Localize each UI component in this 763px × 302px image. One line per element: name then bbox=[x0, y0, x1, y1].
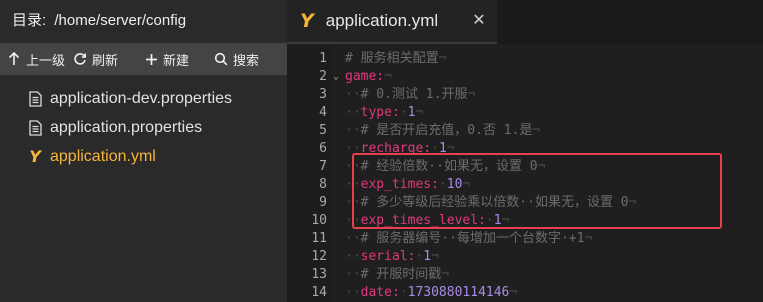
eol-marker: ¬ bbox=[441, 267, 450, 282]
space-marker: · bbox=[399, 285, 408, 300]
line-number: 3 bbox=[319, 87, 327, 102]
code-line: game:¬ bbox=[345, 68, 392, 86]
refresh-label: 刷新 bbox=[92, 53, 119, 69]
close-icon[interactable]: ✕ bbox=[471, 12, 487, 28]
highlight-box bbox=[352, 153, 722, 229]
code-line: ··# 是否开启充值，0.否 1.是¬ bbox=[345, 122, 540, 140]
line-number: 14 bbox=[311, 285, 327, 300]
editor-panel: Y application.yml ✕ 1 2 3 4 5 6 7 8 9 10 11 12 13 14 … bbox=[287, 0, 763, 302]
eol-marker: ¬ bbox=[438, 51, 447, 66]
yaml-comment: # 服务相关配置 bbox=[345, 51, 439, 66]
file-toolbar: 上一级 刷新 新建 搜索 bbox=[0, 43, 287, 75]
eol-marker: ¬ bbox=[431, 249, 439, 264]
code-line: ··# 服务器编号··每增加一个台数字·+1¬ bbox=[345, 230, 592, 248]
file-item[interactable]: application-dev.properties bbox=[0, 84, 287, 113]
refresh-button[interactable]: 刷新 bbox=[72, 43, 143, 75]
arrow-up-icon bbox=[6, 51, 22, 67]
file-item[interactable]: application.properties bbox=[0, 113, 287, 142]
code-line: # 服务相关配置¬ bbox=[345, 50, 446, 68]
file-browser-panel: 目录: /home/server/config 上一级 刷新 新建 搜索 app… bbox=[0, 0, 287, 302]
code-line: ··serial:·1¬ bbox=[345, 248, 439, 266]
file-name: application.yml bbox=[50, 147, 156, 165]
yaml-key: date: bbox=[360, 285, 400, 300]
yaml-key: serial: bbox=[360, 249, 416, 264]
document-icon bbox=[27, 119, 43, 137]
line-number: 9 bbox=[319, 195, 327, 210]
yaml-icon: Y bbox=[29, 147, 41, 166]
line-number: 11 bbox=[311, 231, 327, 246]
line-number: 10 bbox=[311, 213, 327, 228]
indent-marker: ·· bbox=[345, 267, 361, 282]
tab-title: application.yml bbox=[325, 11, 439, 30]
up-level-button[interactable]: 上一级 bbox=[0, 43, 72, 75]
search-icon bbox=[213, 51, 229, 67]
line-number: 8 bbox=[319, 177, 327, 192]
directory-label: 目录: bbox=[12, 12, 47, 29]
indent-marker: ·· bbox=[345, 231, 361, 246]
line-number: 6 bbox=[319, 141, 327, 156]
search-button[interactable]: 搜索 bbox=[213, 43, 287, 75]
line-number-gutter: 1 2 3 4 5 6 7 8 9 10 11 12 13 14 bbox=[287, 46, 333, 302]
code-line: ··type:·1¬ bbox=[345, 104, 423, 122]
directory-bar: 目录: /home/server/config bbox=[0, 0, 287, 42]
document-icon bbox=[27, 90, 43, 108]
refresh-icon bbox=[72, 51, 88, 67]
line-number: 12 bbox=[311, 249, 327, 264]
eol-marker: ¬ bbox=[532, 123, 541, 138]
directory-path: /home/server/config bbox=[54, 12, 187, 29]
up-level-label: 上一级 bbox=[26, 53, 66, 69]
file-name: application-dev.properties bbox=[50, 89, 233, 107]
yaml-value: 1730880114146 bbox=[407, 285, 510, 300]
eol-marker: ¬ bbox=[509, 285, 518, 300]
line-number: 5 bbox=[319, 123, 327, 138]
yaml-comment: # 开服时间戳 bbox=[360, 267, 442, 282]
file-item-active[interactable]: Y application.yml bbox=[0, 142, 287, 171]
line-number: 1 bbox=[319, 51, 327, 66]
fold-icon: ⌄ bbox=[333, 71, 340, 82]
search-label: 搜索 bbox=[233, 53, 260, 69]
yaml-comment: # 0.测试 1.开服 bbox=[360, 87, 468, 102]
line-number: 4 bbox=[319, 105, 327, 120]
plus-icon bbox=[143, 51, 159, 67]
line-number: 7 bbox=[319, 159, 327, 174]
eol-marker: ¬ bbox=[415, 105, 424, 120]
new-file-button[interactable]: 新建 bbox=[143, 43, 213, 75]
file-name: application.properties bbox=[50, 118, 203, 136]
space-marker: · bbox=[399, 105, 408, 120]
code-line: ··date:·1730880114146¬ bbox=[345, 284, 517, 302]
tab-application-yml[interactable]: Y application.yml ✕ bbox=[287, 0, 497, 44]
eol-marker: ¬ bbox=[584, 231, 593, 246]
indent-marker: ·· bbox=[345, 249, 361, 264]
indent-marker: ·· bbox=[345, 285, 361, 300]
yaml-key: type: bbox=[360, 105, 400, 120]
new-file-label: 新建 bbox=[163, 53, 190, 69]
eol-marker: ¬ bbox=[384, 69, 392, 84]
code-line: ··# 开服时间戳¬ bbox=[345, 266, 449, 284]
indent-marker: ·· bbox=[345, 87, 361, 102]
code-line: ··# 0.测试 1.开服¬ bbox=[345, 86, 475, 104]
indent-marker: ·· bbox=[345, 123, 361, 138]
line-number: 13 bbox=[311, 267, 327, 282]
yaml-comment: # 是否开启充值，0.否 1.是 bbox=[360, 123, 533, 138]
line-number: 2 bbox=[319, 69, 327, 84]
yaml-icon: Y bbox=[300, 10, 314, 32]
file-list: application-dev.properties application.p… bbox=[0, 84, 287, 171]
eol-marker: ¬ bbox=[467, 87, 476, 102]
yaml-comment: # 服务器编号··每增加一个台数字·+1 bbox=[360, 231, 585, 246]
tab-bar: Y application.yml ✕ bbox=[287, 0, 763, 44]
yaml-key: game: bbox=[345, 69, 385, 84]
indent-marker: ·· bbox=[345, 105, 361, 120]
yaml-value: 1 bbox=[423, 249, 432, 264]
